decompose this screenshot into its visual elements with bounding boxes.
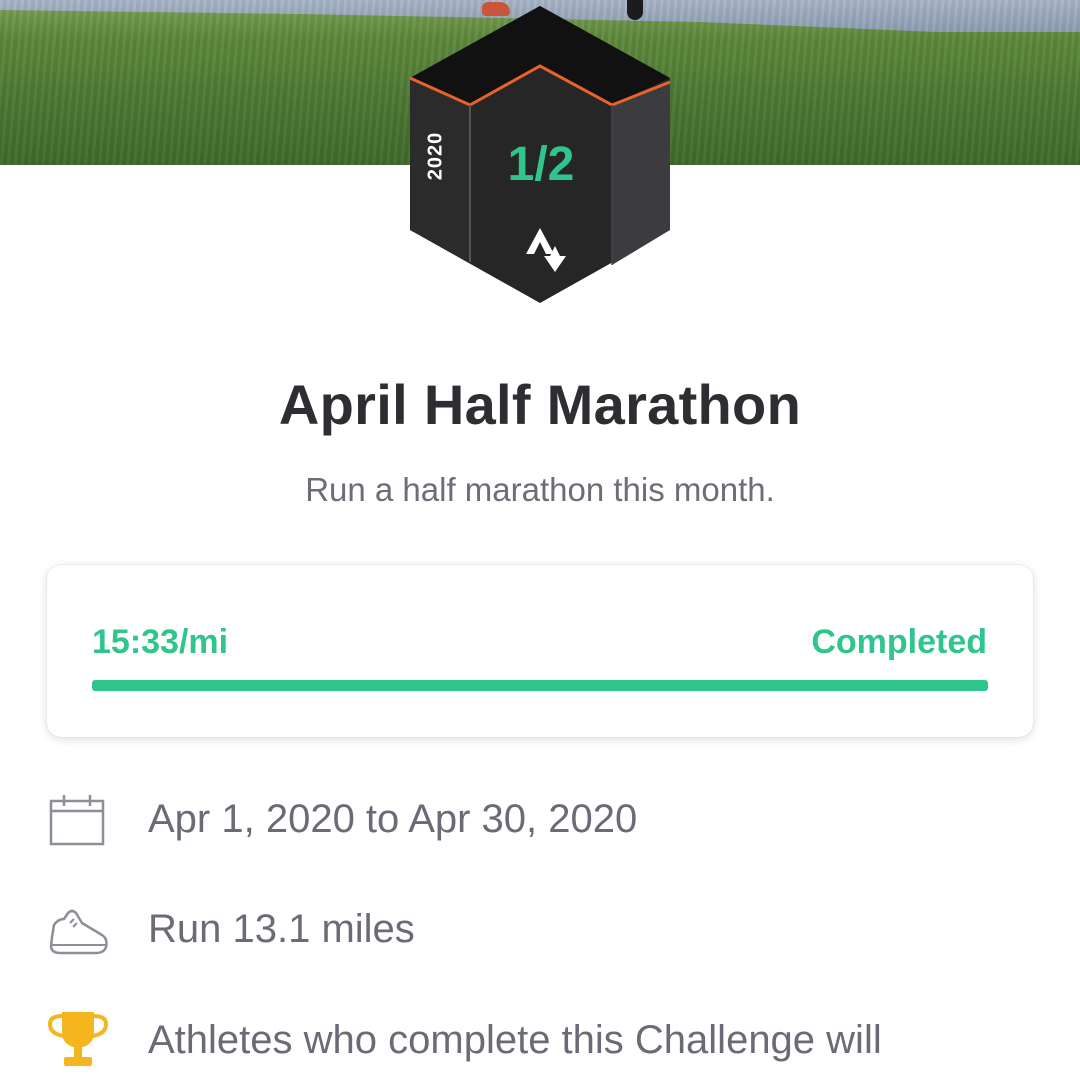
detail-text-distance: Run 13.1 miles: [148, 907, 415, 951]
progress-bar: [92, 680, 988, 691]
badge-fraction: 1/2: [507, 138, 575, 191]
calendar-icon: [49, 795, 105, 846]
detail-row-reward: Athletes who complete this Challenge wil…: [0, 1010, 1080, 1079]
pace-value: 15:33/mi: [92, 623, 229, 661]
badge-year: 2020: [414, 125, 458, 187]
detail-row-distance: Run 13.1 miles: [0, 903, 1080, 963]
detail-text-dates: Apr 1, 2020 to Apr 30, 2020: [148, 797, 638, 841]
challenge-title: April Half Marathon: [278, 373, 802, 436]
trophy-icon: [48, 1012, 108, 1066]
challenge-subtitle: Run a half marathon this month.: [305, 471, 775, 508]
badge-year-text: 2020: [424, 131, 447, 181]
detail-text-reward: Athletes who complete this Challenge wil…: [148, 1018, 882, 1062]
detail-row-dates: Apr 1, 2020 to Apr 30, 2020: [0, 795, 1080, 855]
shoe-icon: [49, 909, 108, 955]
status-label: Completed: [811, 623, 987, 661]
progress-bar-fill: [92, 680, 988, 691]
progress-card[interactable]: 15:33/mi Completed: [47, 565, 1033, 737]
